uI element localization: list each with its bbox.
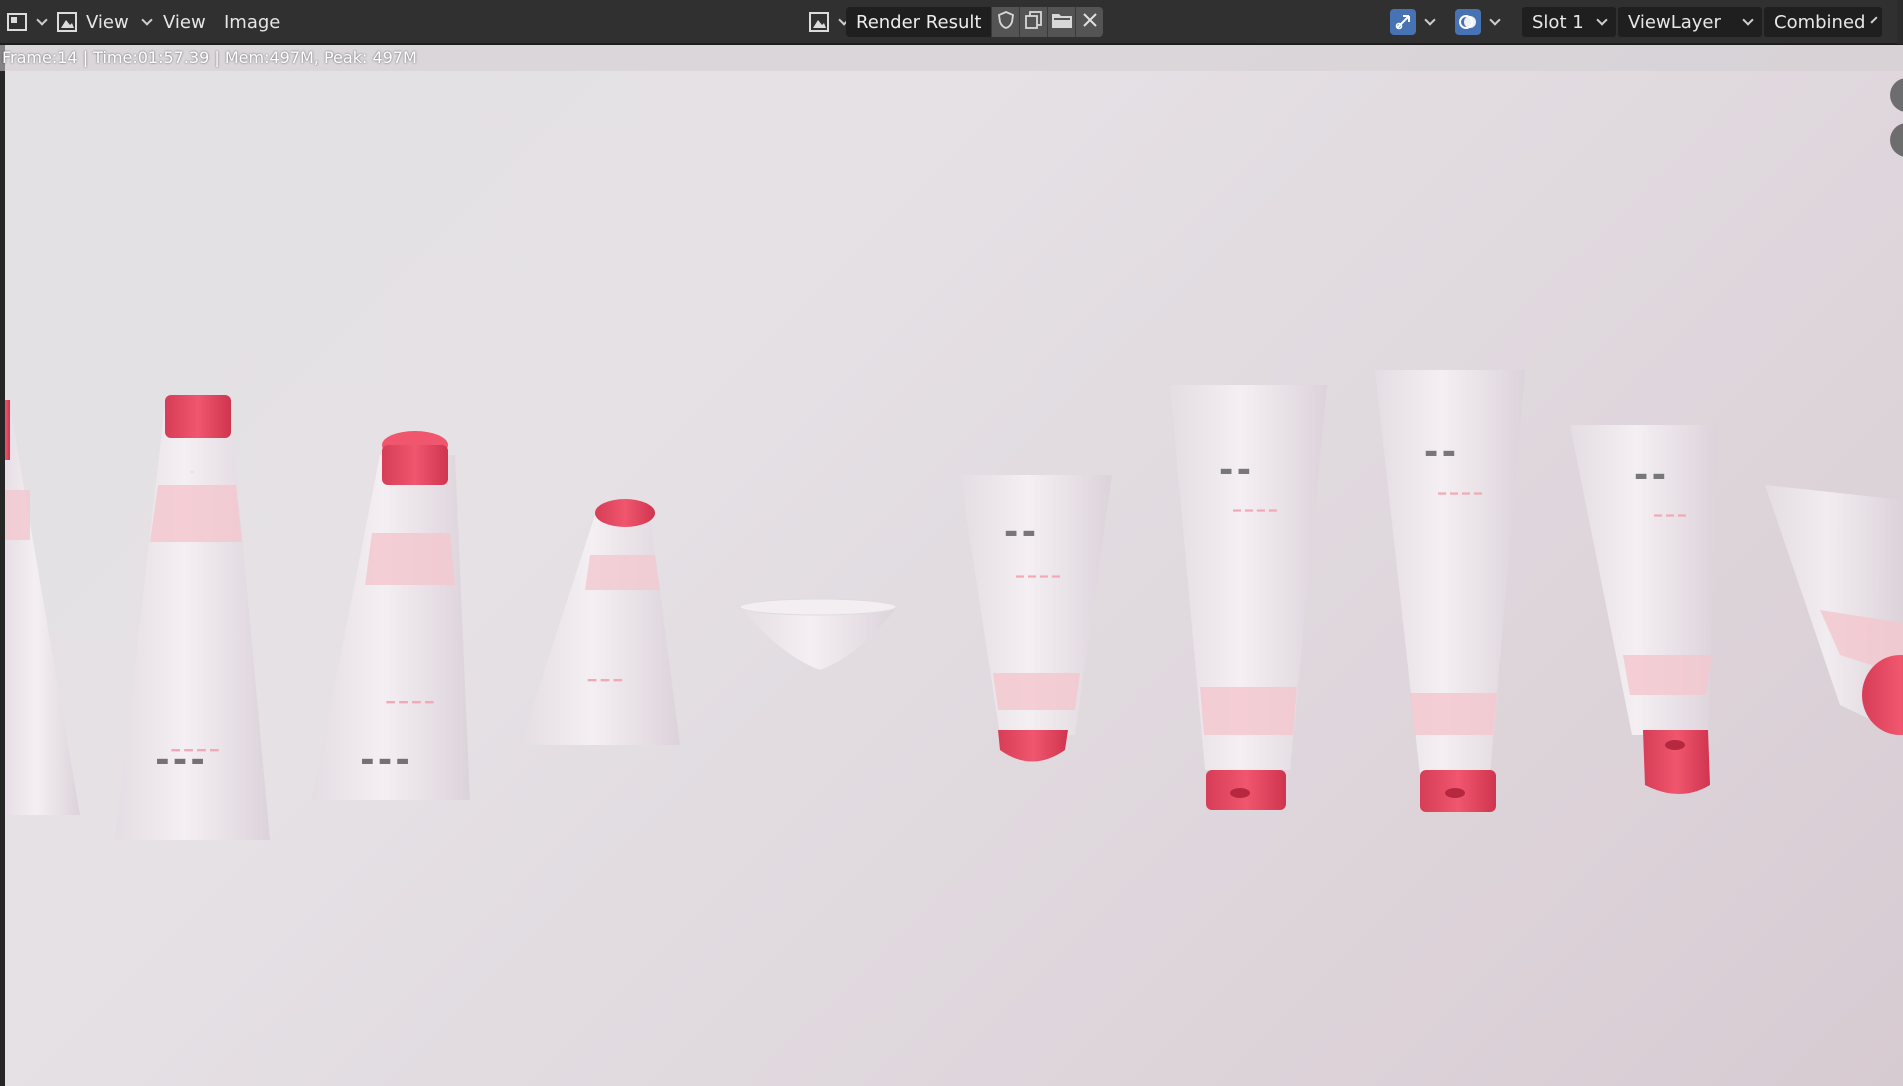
image-editor-icon [4,9,30,35]
shield-icon [997,10,1015,35]
render-pass-label: Combined [1774,11,1866,33]
svg-text:━ ━ ━: ━ ━ ━ [587,673,623,689]
svg-text:▬ ▬: ▬ ▬ [1220,463,1251,479]
slot-label: Slot 1 [1532,11,1584,33]
render-viewport[interactable]: · ━ ━ ━ ━ ▬ ▬ ▬ ━ ━ ━ ━ ▬ ▬ ▬ ━ ━ ━ ▬ ▬ … [0,45,1903,1086]
overlay-toggle[interactable] [1455,6,1481,38]
close-icon [1082,12,1098,33]
duplicate-icon [1024,10,1044,35]
product-tube: ━ ━ ━ [520,499,680,745]
menu-image-label: Image [224,11,281,33]
image-datablock: Render Result [846,7,1104,37]
overlay-options[interactable] [1483,6,1499,38]
image-browse-icon [806,9,832,35]
slot-selector[interactable]: Slot 1 [1522,7,1616,37]
gizmo-toggle[interactable] [1390,6,1416,38]
overlay-icon [1455,9,1481,35]
open-image-button[interactable] [1047,7,1076,37]
svg-text:━ ━ ━ ━: ━ ━ ━ ━ [1015,570,1060,585]
product-tube [1765,485,1903,735]
menu-view-label: View [163,11,206,33]
viewport-left-edge [0,45,5,1086]
product-tube: ▬ ▬ ━ ━ ━ ━ [1375,370,1525,812]
duplicate-image-button[interactable] [1019,7,1048,37]
svg-text:▬ ▬: ▬ ▬ [1425,445,1456,461]
blender-image-editor: View View Image Render Result Slot 1 Vie… [0,0,1903,1086]
svg-text:━ ━ ━ ━: ━ ━ ━ ━ [1437,487,1482,502]
render-image: · ━ ━ ━ ━ ▬ ▬ ▬ ━ ━ ━ ━ ▬ ▬ ▬ ━ ━ ━ ▬ ▬ … [0,370,1903,840]
svg-text:━ ━ ━ ━: ━ ━ ━ ━ [385,695,434,711]
gizmo-icon [1390,9,1416,35]
product-tube [739,598,897,670]
sidebar-toggle[interactable] [1897,0,1903,44]
fake-user-button[interactable] [991,7,1020,37]
menu-view[interactable]: View [157,6,212,38]
gizmo-options[interactable] [1418,6,1434,38]
view-layer-label: ViewLayer [1628,11,1721,33]
product-tube: ▬ ▬ ━ ━ ━ ━ [1170,385,1327,810]
image-mode-icon [54,9,80,35]
view-mode-label: View [86,11,129,33]
svg-text:▬ ▬: ▬ ▬ [1635,468,1666,484]
unlink-image-button[interactable] [1075,7,1104,37]
svg-text:━ ━ ━ ━: ━ ━ ━ ━ [1232,504,1277,519]
view-mode-selector[interactable]: View [54,6,151,38]
view-layer-selector[interactable]: ViewLayer [1618,7,1762,37]
product-tube [0,395,80,815]
editor-type-selector[interactable] [4,6,46,38]
product-tube: ▬ ▬ ━ ━ ━ [1570,425,1718,794]
product-tube: ━ ━ ━ ━ ▬ ▬ ▬ [312,431,470,800]
svg-text:▬ ▬ ▬: ▬ ▬ ▬ [361,753,410,769]
svg-text:·: · [191,468,194,477]
image-name-field[interactable]: Render Result [846,7,992,37]
svg-text:▬ ▬ ▬: ▬ ▬ ▬ [156,753,205,769]
menu-image[interactable]: Image [218,6,286,38]
image-name-label: Render Result [856,11,982,33]
image-editor-header: View View Image Render Result Slot 1 Vie… [0,0,1903,44]
render-stats: Frame:14 | Time:01:57.39 | Mem:497M, Pea… [0,45,1903,71]
folder-icon [1051,11,1073,34]
svg-text:━ ━ ━: ━ ━ ━ [1653,509,1686,524]
render-pass-selector[interactable]: Combined [1764,7,1882,37]
svg-text:▬ ▬: ▬ ▬ [1005,525,1036,541]
product-tube: ▬ ▬ ━ ━ ━ ━ [960,475,1112,762]
product-tube: · ━ ━ ━ ━ ▬ ▬ ▬ [115,395,270,840]
browse-image-button[interactable] [806,6,848,38]
